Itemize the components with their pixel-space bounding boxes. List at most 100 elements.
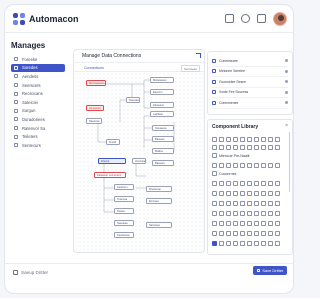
component-icon[interactable] <box>240 220 245 226</box>
node[interactable]: Ennreee <box>146 198 172 204</box>
component-icon[interactable] <box>247 180 252 186</box>
component-icon[interactable] <box>275 210 280 216</box>
connection-item[interactable]: Conennenee <box>212 98 288 109</box>
component-icon[interactable] <box>233 210 238 216</box>
component-icon[interactable] <box>240 200 245 206</box>
sidebar-item-active[interactable]: Soredes <box>11 63 65 73</box>
component-icon[interactable] <box>219 190 224 196</box>
component-icon[interactable] <box>233 162 238 168</box>
flow-canvas[interactable]: Microsaeesre Miiowsanen Eanccrn Soetuarv… <box>74 72 204 252</box>
node[interactable]: Tnannsa <box>114 196 134 202</box>
component-icon[interactable] <box>226 240 231 246</box>
expand-icon[interactable] <box>196 53 201 58</box>
sidebar-item[interactable]: Ratenvor Sa <box>11 124 65 133</box>
node[interactable]: Snsiee <box>114 208 134 214</box>
component-icon[interactable] <box>212 144 217 150</box>
component-icon[interactable] <box>233 240 238 246</box>
component-icon[interactable] <box>240 162 245 168</box>
component-icon[interactable] <box>240 180 245 186</box>
component-icon[interactable] <box>268 240 273 246</box>
component-icon[interactable] <box>261 220 266 226</box>
component-icon[interactable] <box>254 144 259 150</box>
component-icon[interactable] <box>219 200 224 206</box>
node[interactable]: Eanccrn <box>150 89 174 95</box>
component-icon[interactable] <box>254 162 259 168</box>
component-icon[interactable] <box>219 180 224 186</box>
connection-item[interactable]: Metonne Seretee <box>212 67 288 77</box>
component-icon[interactable] <box>268 136 273 142</box>
component-icon[interactable] <box>233 200 238 206</box>
component-icon[interactable] <box>219 240 224 246</box>
component-icon[interactable] <box>261 190 266 196</box>
sidebar-item[interactable]: Recsocans <box>11 89 65 98</box>
component-icon[interactable] <box>240 136 245 142</box>
component-icon[interactable] <box>212 180 217 186</box>
component-icon[interactable] <box>226 162 231 168</box>
component-icon[interactable] <box>240 190 245 196</box>
component-icon[interactable] <box>261 200 266 206</box>
footer-setup[interactable]: Saeup Dritter <box>13 270 48 275</box>
component-icon[interactable] <box>275 180 280 186</box>
node[interactable]: Aemenore <box>86 105 104 111</box>
connection-item[interactable]: Vonte Fee Scocess <box>212 88 288 98</box>
component-icon[interactable] <box>240 230 245 236</box>
component-icon-selected[interactable] <box>212 240 217 246</box>
component-icon[interactable] <box>268 200 273 206</box>
component-icon[interactable] <box>212 220 217 226</box>
component-icon[interactable] <box>268 190 273 196</box>
component-icon[interactable] <box>261 144 266 150</box>
component-icon[interactable] <box>233 180 238 186</box>
component-icon[interactable] <box>247 190 252 196</box>
component-icon[interactable] <box>275 190 280 196</box>
more-icon[interactable] <box>285 69 288 73</box>
sidebar-item[interactable]: Sentecurs <box>11 141 65 150</box>
node[interactable]: Ovenstae <box>132 158 146 164</box>
component-icon[interactable] <box>226 220 231 226</box>
node-selected[interactable]: Dneme <box>98 158 126 164</box>
component-icon[interactable] <box>275 230 280 236</box>
component-icon[interactable] <box>212 210 217 216</box>
connection-item[interactable]: Gconnelee Sesee <box>212 77 288 88</box>
component-icon[interactable] <box>233 136 238 142</box>
node[interactable]: Sncaeeoe <box>152 125 174 131</box>
notification-icon[interactable] <box>241 14 250 23</box>
component-icon[interactable] <box>268 180 273 186</box>
component-icon[interactable] <box>254 190 259 196</box>
component-icon[interactable] <box>226 136 231 142</box>
component-icon[interactable] <box>233 220 238 226</box>
node[interactable]: Ceetsnsea <box>114 232 134 238</box>
component-icon[interactable] <box>275 220 280 226</box>
component-icon[interactable] <box>212 136 217 142</box>
node[interactable]: Rauwsos <box>86 118 102 124</box>
sidebar-item[interactable]: Teileters <box>11 132 65 141</box>
node[interactable]: Brakss <box>152 148 174 154</box>
component-icon[interactable] <box>261 162 266 168</box>
component-icon[interactable] <box>212 200 217 206</box>
component-icon[interactable] <box>212 190 217 196</box>
close-icon[interactable]: × <box>285 124 288 129</box>
component-icon[interactable] <box>261 136 266 142</box>
component-icon[interactable] <box>275 144 280 150</box>
component-icon[interactable] <box>275 240 280 246</box>
component-icon[interactable] <box>247 200 252 206</box>
more-icon[interactable] <box>285 80 288 84</box>
component-icon[interactable] <box>254 220 259 226</box>
component-icon[interactable] <box>254 230 259 236</box>
node[interactable]: Rnesiuroe <box>146 186 172 192</box>
component-icon[interactable] <box>275 200 280 206</box>
component-icon[interactable] <box>261 210 266 216</box>
sidebar-item[interactable]: Surgun <box>11 107 65 116</box>
component-icon[interactable] <box>247 230 252 236</box>
component-icon[interactable] <box>219 162 224 168</box>
node[interactable]: Soetuarvatre <box>126 97 140 103</box>
component-icon[interactable] <box>275 136 280 142</box>
connection-item[interactable]: Coneesecee <box>212 56 288 67</box>
more-icon[interactable] <box>285 101 288 105</box>
component-icon[interactable] <box>254 180 259 186</box>
sidebar-item[interactable]: Foreeke <box>11 55 65 64</box>
component-icon[interactable] <box>219 220 224 226</box>
save-button[interactable]: Save Dritter <box>253 266 287 275</box>
component-icon[interactable] <box>240 240 245 246</box>
component-icon[interactable] <box>247 162 252 168</box>
sidebar-item[interactable]: Duradoriees <box>11 115 65 124</box>
